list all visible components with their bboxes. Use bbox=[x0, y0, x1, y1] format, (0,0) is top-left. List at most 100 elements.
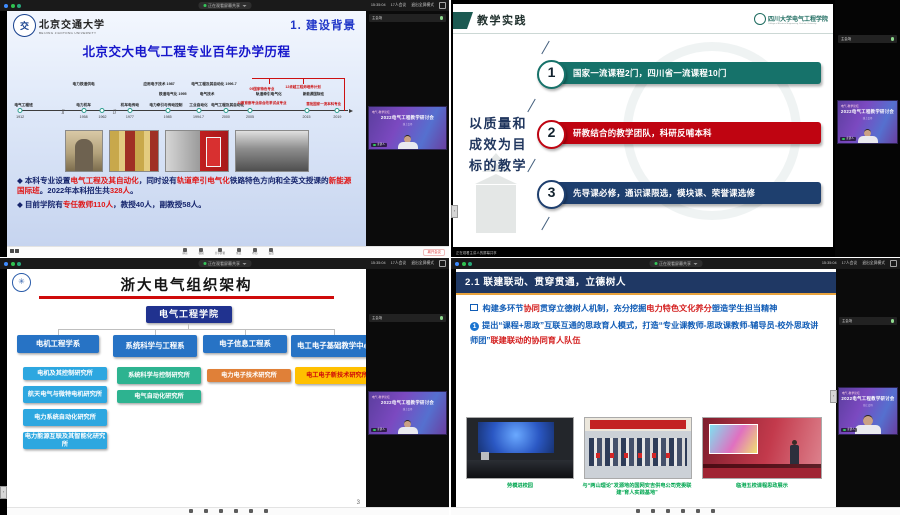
video-nametag: 主讲人 bbox=[371, 143, 387, 148]
mic-on-icon bbox=[842, 138, 845, 141]
leave-meeting-button[interactable]: 离开会议 bbox=[423, 249, 445, 257]
meeting-toolbar: 静音 视频 共享屏幕 成员 布局 设置 离开会议 bbox=[7, 246, 449, 257]
photo-caption: 与“两山理论”发源地的国网安吉供电公司党委联建“育人实践基地” bbox=[578, 483, 696, 497]
mute-button[interactable] bbox=[636, 508, 640, 515]
diamond-bullet-icon: ◆ bbox=[17, 200, 23, 209]
scu-logo: 四川大学电气工程学院College of Electrical Engineer… bbox=[754, 13, 828, 25]
panel-collapse-handle[interactable]: ‹ bbox=[451, 205, 458, 218]
practice-item-2: 2 研教结合的教学团队，科研反哺本科 bbox=[537, 120, 829, 148]
active-speaker-bar: 主会场 bbox=[369, 14, 446, 22]
members-button[interactable] bbox=[234, 508, 238, 515]
photo-caption: 临港五校课程思政展示 bbox=[702, 483, 822, 490]
meeting-window-zju: 正在观看屏幕共享 15:35:04 17人会议 退出全屏模式 ✳ 浙大电气组织架… bbox=[0, 258, 449, 515]
meeting-tab[interactable]: 正在观看屏幕共享 bbox=[649, 260, 702, 267]
photo-caption: 劳模进校园 bbox=[466, 483, 574, 490]
traffic-light-buttons[interactable] bbox=[4, 4, 21, 8]
panel-collapse-handle[interactable]: ‹ bbox=[830, 390, 837, 403]
meeting-window-scu: 教学实践 四川大学电气工程学院College of Electrical Eng… bbox=[451, 0, 900, 257]
shared-slide-bjtu: 交 北京交通大学 BEIJING JIAOTONG UNIVERSITY 1. … bbox=[7, 11, 366, 247]
exit-fullscreen-button[interactable]: 退出全屏模式 bbox=[411, 2, 434, 9]
video-thumbnail[interactable]: 电气·教学论坛 2022电气工程教学研讨会 线上会场 主讲人 bbox=[838, 387, 898, 435]
slide-bullet-2: ◆目前学院有专任教师110人，教授40人，副教授58人。 bbox=[17, 200, 356, 210]
mute-button[interactable]: 静音 bbox=[182, 247, 187, 257]
settings-button[interactable] bbox=[711, 508, 715, 515]
shared-slide-lingang: 2.1 联建联动、贯穿贯通，立德树人 构建多环节协同贯穿立德树人机制，充分挖掘电… bbox=[456, 269, 836, 508]
layout-button[interactable] bbox=[249, 508, 253, 515]
video-thumbnail[interactable]: 电气·教学论坛 2022电气工程教学研讨会 线上会场 主讲人 bbox=[368, 391, 447, 435]
slide-bullet-1: ◆本科专业设置电气工程及其自动化，同时设有轨道牵引电气化铁路特色方向和全英文授课… bbox=[17, 176, 356, 196]
microphone-icon bbox=[636, 509, 640, 513]
practice-item-1: 1 国家一流课程2门，四川省一流课程10门 bbox=[537, 60, 829, 88]
slide-section-title: 1. 建设背景 bbox=[290, 17, 356, 33]
timeline-label: 电气工程及其自动化 1996.7 bbox=[187, 82, 242, 86]
share-screen-icon bbox=[666, 509, 670, 513]
item-text-bar: 先导课必修，通识课限选，模块课、荣誉课选修 bbox=[554, 182, 821, 204]
zju-logo-icon: ✳ bbox=[12, 273, 31, 292]
screenshot-grid: 正在观看屏幕共享 15:35:04 17人会议 退出全屏模式 交 北京交通大学 … bbox=[0, 0, 900, 515]
timeline-label: 电气工程班 bbox=[14, 103, 32, 107]
participants-button[interactable]: 17人会议 bbox=[391, 2, 407, 9]
fullscreen-icon[interactable] bbox=[439, 2, 446, 9]
mic-on-icon bbox=[843, 429, 846, 432]
panel-collapse-handle[interactable]: ‹ bbox=[0, 486, 7, 499]
fullscreen-icon[interactable] bbox=[439, 260, 446, 267]
layout-button[interactable]: 布局 bbox=[252, 247, 257, 257]
exit-fullscreen-button[interactable]: 退出全屏模式 bbox=[411, 260, 434, 267]
slide-title: 浙大电气组织架构 bbox=[7, 274, 366, 295]
mute-button[interactable] bbox=[189, 508, 193, 515]
members-button[interactable]: 成员 bbox=[236, 247, 241, 257]
speaker-volume-icon bbox=[440, 316, 444, 320]
meeting-tab[interactable]: 正在观看屏幕共享 bbox=[198, 260, 251, 267]
photo-plaques bbox=[109, 130, 159, 172]
titlebar-status: 15:35:04 17人会议 退出全屏模式 bbox=[371, 2, 446, 9]
speaker-volume-icon bbox=[891, 37, 895, 41]
meeting-toolbar bbox=[7, 507, 449, 515]
page-number: 3 bbox=[357, 500, 360, 506]
photo-campus-gate bbox=[65, 130, 103, 172]
fullscreen-icon[interactable] bbox=[890, 260, 897, 267]
share-screen-button[interactable]: 共享屏幕 bbox=[215, 247, 225, 257]
active-speaker-bar: 主会场 bbox=[369, 314, 446, 322]
window-titlebar: 正在观看屏幕共享 15:35:04 17人会议 退出全屏模式 bbox=[0, 0, 449, 11]
item-text-bar: 国家一流课程2门，四川省一流课程10门 bbox=[554, 62, 821, 84]
chevron-down-icon bbox=[242, 263, 246, 265]
video-button[interactable] bbox=[204, 508, 208, 515]
university-name-en: BEIJING JIAOTONG UNIVERSITY bbox=[39, 31, 105, 35]
teaching-goal-label: 以质量和成效为目标的教学 bbox=[469, 114, 527, 176]
video-thumbnail[interactable]: 电气·教学论坛 2022电气工程教学研讨会 线上会场 主讲人 bbox=[837, 100, 898, 144]
share-banner: 正在观看主讲人的屏幕共享 bbox=[456, 250, 497, 255]
members-button[interactable] bbox=[681, 508, 685, 515]
layout-grid-icon bbox=[249, 509, 253, 513]
settings-button[interactable] bbox=[264, 508, 268, 515]
circled-one-icon: 1 bbox=[470, 322, 479, 331]
video-nametag: 主讲人 bbox=[371, 428, 387, 433]
practice-item-3: 3 先导课必修，通识课限选，模块课、荣誉课选修 bbox=[537, 180, 829, 208]
share-screen-button[interactable] bbox=[666, 508, 670, 515]
video-button[interactable]: 视频 bbox=[199, 247, 204, 257]
meeting-tab[interactable]: 正在观看屏幕共享 bbox=[198, 2, 251, 9]
participants-button[interactable]: 17人会议 bbox=[391, 260, 407, 267]
settings-button[interactable]: 设置 bbox=[268, 247, 273, 257]
meeting-tab-label: 正在观看屏幕共享 bbox=[208, 2, 240, 9]
org-root: 电气工程学院 bbox=[146, 306, 232, 323]
titlebar-status: 15:35:04 17人会议 退出全屏模式 bbox=[371, 260, 446, 267]
timeline-milestone: 09国家特色专业 bbox=[250, 87, 275, 91]
photo-auditorium bbox=[466, 417, 574, 479]
traffic-light-buttons[interactable] bbox=[4, 262, 21, 266]
share-screen-button[interactable] bbox=[219, 508, 223, 515]
item-number-badge: 2 bbox=[537, 120, 566, 149]
members-icon bbox=[681, 509, 685, 513]
square-bullet-icon bbox=[470, 304, 478, 312]
photo-ceremony bbox=[165, 130, 229, 172]
exit-fullscreen-button[interactable]: 退出全屏模式 bbox=[862, 260, 885, 267]
meeting-toolbar bbox=[451, 507, 900, 515]
traffic-light-buttons[interactable] bbox=[455, 262, 472, 266]
participants-button[interactable]: 17人会议 bbox=[842, 260, 858, 267]
timeline-milestone: 首批国家一流本科专业 bbox=[296, 102, 351, 106]
timeline-milestone: 新能源国际班 bbox=[303, 92, 324, 96]
layout-button[interactable] bbox=[696, 508, 700, 515]
video-thumbnail[interactable]: 电气·教学论坛 2022电气工程教学研讨会 线上会场 主讲人 bbox=[368, 106, 447, 150]
photo-signing-ceremony bbox=[584, 417, 692, 479]
video-button[interactable] bbox=[651, 508, 655, 515]
window-titlebar: 正在观看屏幕共享 15:35:04 17人会议 退出全屏模式 bbox=[0, 258, 449, 269]
